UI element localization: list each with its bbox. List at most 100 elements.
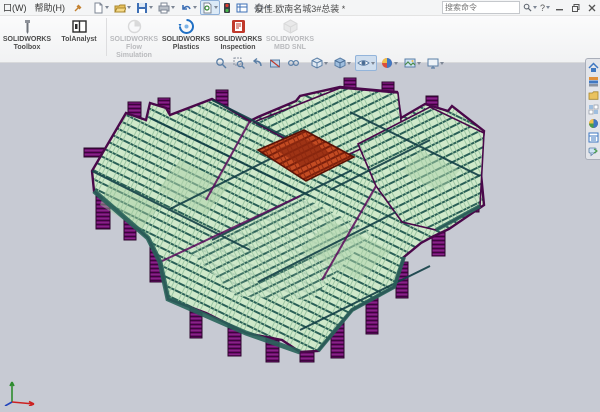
zoom-to-fit-button[interactable]: [213, 55, 229, 71]
solidworks-window: 口(W) 帮助(H): [0, 0, 600, 412]
dynamic-annotation-icon: [287, 57, 299, 69]
y-axis-green: [10, 382, 14, 402]
new-document-button[interactable]: [91, 0, 111, 15]
dropdown-caret: [171, 6, 175, 9]
flow-simulation-icon: [126, 18, 143, 35]
eye-icon: [357, 57, 370, 69]
toolbar-item-tolanalyst[interactable]: TolAnalyst: [53, 16, 105, 44]
rebuild-button[interactable]: [200, 0, 220, 15]
x-axis-red: [12, 402, 34, 407]
previous-view-icon: [251, 57, 263, 69]
view-orientation-cube-icon: [311, 57, 323, 69]
section-view-button[interactable]: [267, 55, 283, 71]
dropdown-caret: [417, 62, 421, 65]
inspection-icon: [230, 18, 247, 35]
previous-view-button[interactable]: [249, 55, 265, 71]
dropdown-caret: [371, 62, 375, 65]
toolbar-item-flow-simulation[interactable]: SOLIDWORKS Flow Simulation: [108, 16, 160, 60]
toolbar-item-label: SOLIDWORKS MBD SNL: [264, 36, 316, 52]
monitor-icon: [427, 57, 439, 69]
graphics-viewport[interactable]: [0, 63, 600, 412]
task-pane-tabs: [585, 58, 600, 160]
dropdown-caret: [394, 62, 398, 65]
z-axis-blue: [5, 402, 12, 406]
mbd-snl-icon: [282, 18, 299, 35]
restore-button[interactable]: [569, 2, 582, 13]
toolbar-item-solidworks-toolbox[interactable]: SOLIDWORKS Toolbox: [1, 16, 53, 52]
tab-file-explorer[interactable]: [587, 89, 599, 101]
toolbar-item-mbd-snl[interactable]: SOLIDWORKS MBD SNL: [264, 16, 316, 52]
file-properties-button[interactable]: [234, 0, 250, 15]
print-icon: [158, 2, 170, 14]
dropdown-caret: [324, 62, 328, 65]
view-orientation-button[interactable]: [309, 55, 330, 71]
menu-item-window[interactable]: 口(W): [3, 1, 27, 14]
tab-home[interactable]: [587, 61, 599, 73]
zoom-to-area-button[interactable]: [231, 55, 247, 71]
tab-design-library[interactable]: [587, 75, 599, 87]
save-icon: [136, 2, 148, 14]
menu-bar: 口(W) 帮助(H): [0, 1, 83, 14]
dropdown-caret: [127, 6, 131, 9]
dropdown-caret: [193, 6, 197, 9]
toolbar-item-label: SOLIDWORKS Plastics: [160, 36, 212, 52]
headsup-view-toolbar: [213, 55, 446, 71]
dropdown-caret: [347, 62, 351, 65]
scene-icon: [404, 57, 416, 69]
view-settings-button[interactable]: [425, 55, 446, 71]
document-title: 友佳.欧南名城3#总装 *: [255, 2, 346, 15]
search-scope-button[interactable]: [523, 3, 537, 12]
help-label: ?: [540, 3, 545, 13]
home-icon: [588, 62, 599, 73]
zoom-to-fit-icon: [215, 57, 227, 69]
title-bar: 口(W) 帮助(H): [0, 0, 600, 16]
minimize-button[interactable]: [553, 2, 566, 13]
print-button[interactable]: [156, 0, 177, 15]
rebuild-icon: [202, 2, 213, 14]
apply-scene-button[interactable]: [402, 55, 423, 71]
traffic-light-icon: [223, 2, 231, 14]
dropdown-caret: [105, 6, 109, 9]
undo-button[interactable]: [178, 0, 199, 15]
dropdown-caret: [214, 6, 218, 9]
search-icon: [523, 3, 532, 12]
command-search-box[interactable]: [442, 1, 520, 14]
toolbar-item-label: TolAnalyst: [61, 36, 96, 44]
dropdown-caret: [149, 6, 153, 9]
tab-view-palette[interactable]: [587, 103, 599, 115]
undo-icon: [180, 2, 192, 14]
search-input[interactable]: [445, 3, 497, 12]
toolbox-icon: [19, 18, 36, 35]
design-library-icon: [588, 76, 599, 87]
hide-show-items-button[interactable]: [355, 55, 377, 71]
edit-appearance-button[interactable]: [379, 55, 400, 71]
zoom-to-area-icon: [233, 57, 245, 69]
toolbar-item-plastics[interactable]: SOLIDWORKS Plastics: [160, 16, 212, 52]
help-button[interactable]: ?: [540, 3, 550, 13]
appearances-sphere-icon: [588, 118, 599, 129]
tolanalyst-icon: [71, 18, 88, 35]
file-properties-icon: [236, 2, 248, 14]
appearance-sphere-icon: [381, 57, 393, 69]
dropdown-caret: [440, 62, 444, 65]
folder-icon: [588, 90, 599, 101]
traffic-light-button[interactable]: [221, 0, 233, 15]
3d-model-assembly[interactable]: [0, 63, 600, 412]
save-button[interactable]: [134, 0, 155, 15]
open-button[interactable]: [112, 0, 133, 15]
pushpin-icon[interactable]: [73, 3, 83, 13]
toolbar-item-label: SOLIDWORKS Flow Simulation: [108, 36, 160, 60]
display-style-button[interactable]: [332, 55, 353, 71]
toolbar-item-label: SOLIDWORKS Inspection: [212, 36, 264, 52]
toolbar-item-inspection[interactable]: SOLIDWORKS Inspection: [212, 16, 264, 52]
tab-forum[interactable]: [587, 145, 599, 157]
quick-access-toolbar: [91, 0, 272, 15]
close-button[interactable]: [585, 2, 598, 13]
menu-item-help[interactable]: 帮助(H): [35, 1, 66, 14]
tab-appearances-scenes[interactable]: [587, 117, 599, 129]
dropdown-caret: [533, 6, 537, 9]
dynamic-annotation-button[interactable]: [285, 55, 301, 71]
tab-custom-properties[interactable]: [587, 131, 599, 143]
toolbar-item-label: SOLIDWORKS Toolbox: [1, 36, 53, 52]
open-icon: [114, 2, 126, 14]
